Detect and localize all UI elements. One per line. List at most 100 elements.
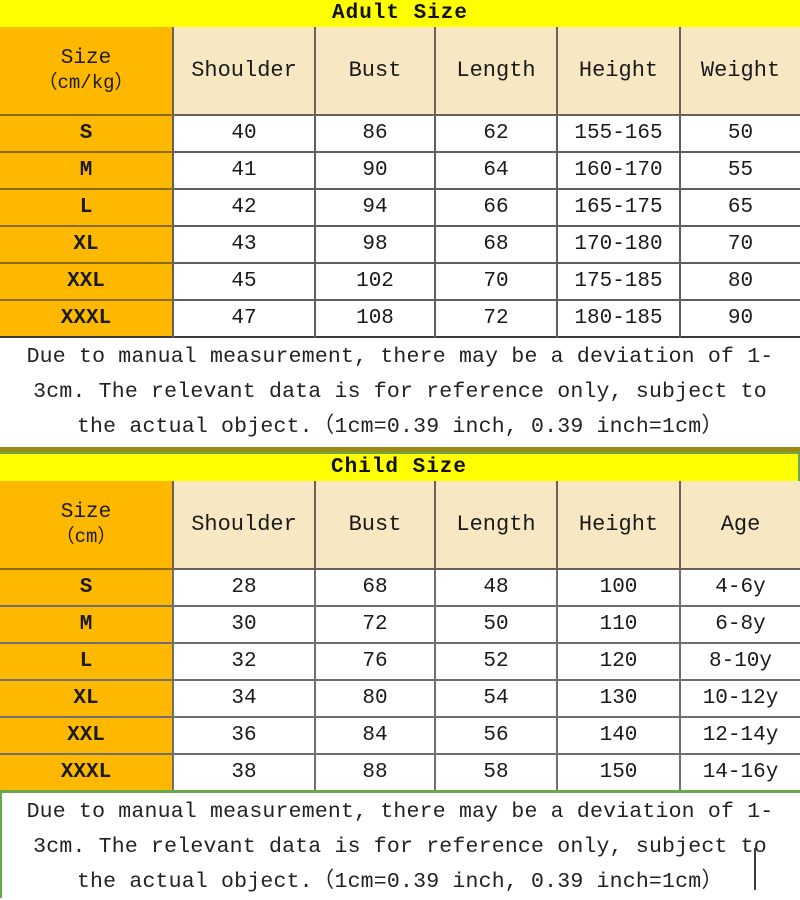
cell-height: 150: [556, 754, 680, 790]
cell-shoulder: 40: [172, 115, 315, 153]
cell-height: 165-175: [556, 189, 680, 227]
cell-weight: 80: [679, 263, 800, 301]
adult-size-title: Adult Size: [0, 0, 800, 27]
cell-shoulder: 41: [172, 152, 315, 190]
child-column-header-height: Height: [556, 481, 680, 570]
cell-bust: 86: [314, 115, 435, 153]
cell-age: 8-10y: [679, 643, 800, 681]
cell-bust: 98: [314, 226, 435, 264]
child-table-header-row: Size （cm） Shoulder Bust Length Height Ag…: [0, 481, 800, 570]
size-label: M: [0, 606, 173, 644]
adult-column-header-length: Length: [434, 27, 557, 116]
cell-bust: 68: [314, 569, 435, 607]
cell-shoulder: 30: [172, 606, 315, 644]
child-column-header-shoulder: Shoulder: [172, 481, 315, 570]
size-label: XL: [0, 226, 173, 264]
size-label: L: [0, 189, 173, 227]
text-caret: [754, 848, 756, 890]
cell-age: 6-8y: [679, 606, 800, 644]
cell-shoulder: 36: [172, 717, 315, 755]
child-size-title: Child Size: [0, 454, 798, 481]
size-label: S: [0, 115, 173, 153]
cell-length: 72: [434, 300, 557, 337]
cell-height: 175-185: [556, 263, 680, 301]
cell-length: 58: [434, 754, 557, 790]
table-row: M 41 90 64 160-170 55: [0, 152, 800, 190]
green-edge-marker: [0, 793, 2, 898]
size-label: XXXL: [0, 300, 173, 337]
cell-bust: 84: [314, 717, 435, 755]
table-row: XXL 36 84 56 140 12-14y: [0, 717, 800, 755]
size-label: XXL: [0, 717, 173, 755]
cell-shoulder: 32: [172, 643, 315, 681]
size-label: XXL: [0, 263, 173, 301]
child-column-header-bust: Bust: [314, 481, 435, 570]
cell-length: 70: [434, 263, 557, 301]
cell-weight: 55: [679, 152, 800, 190]
cell-bust: 88: [314, 754, 435, 790]
child-size-header-unit: （cm）: [55, 525, 117, 548]
table-row: S 28 68 48 100 4-6y: [0, 569, 800, 607]
cell-height: 100: [556, 569, 680, 607]
cell-age: 10-12y: [679, 680, 800, 718]
note-line: 3cm. The relevant data is for reference …: [33, 380, 767, 404]
cell-age: 4-6y: [679, 569, 800, 607]
cell-shoulder: 45: [172, 263, 315, 301]
note-line: 3cm. The relevant data is for reference …: [33, 835, 767, 859]
cell-age: 12-14y: [679, 717, 800, 755]
table-row: L 32 76 52 120 8-10y: [0, 643, 800, 681]
cell-shoulder: 47: [172, 300, 315, 337]
size-chart-sheet: Adult Size Size （cm/kg） Shoulder Bust Le…: [0, 0, 800, 898]
child-column-header-length: Length: [434, 481, 557, 570]
cell-bust: 76: [314, 643, 435, 681]
table-row: XXL 45 102 70 175-185 80: [0, 263, 800, 301]
adult-size-header-label: Size: [60, 47, 112, 71]
cell-bust: 108: [314, 300, 435, 337]
size-label: XL: [0, 680, 173, 718]
cell-shoulder: 28: [172, 569, 315, 607]
cell-length: 48: [434, 569, 557, 607]
cell-length: 64: [434, 152, 557, 190]
cell-length: 68: [434, 226, 557, 264]
child-size-section: Child Size Size （cm） Shoulder Bust Lengt…: [0, 452, 800, 793]
cell-height: 120: [556, 643, 680, 681]
child-column-header-age: Age: [679, 481, 800, 570]
table-row: XL 43 98 68 170-180 70: [0, 226, 800, 264]
cell-weight: 90: [679, 300, 800, 337]
adult-size-header-cell: Size （cm/kg）: [0, 27, 173, 116]
cell-height: 155-165: [556, 115, 680, 153]
cell-length: 66: [434, 189, 557, 227]
cell-shoulder: 43: [172, 226, 315, 264]
cell-bust: 80: [314, 680, 435, 718]
cell-height: 170-180: [556, 226, 680, 264]
cell-bust: 102: [314, 263, 435, 301]
adult-column-header-bust: Bust: [314, 27, 435, 116]
child-size-table: Size （cm） Shoulder Bust Length Height Ag…: [0, 481, 800, 790]
child-measurement-note: Due to manual measurement, there may be …: [0, 793, 800, 898]
adult-column-header-height: Height: [556, 27, 680, 116]
adult-measurement-note: Due to manual measurement, there may be …: [0, 338, 800, 450]
size-label: L: [0, 643, 173, 681]
size-label: S: [0, 569, 173, 607]
cell-shoulder: 42: [172, 189, 315, 227]
adult-size-table: Size （cm/kg） Shoulder Bust Length Height…: [0, 27, 800, 338]
table-row: XXXL 38 88 58 150 14-16y: [0, 754, 800, 790]
table-row: XL 34 80 54 130 10-12y: [0, 680, 800, 718]
note-line: the actual object.（1cm=0.39 inch, 0.39 i…: [76, 870, 724, 894]
child-size-header-cell: Size （cm）: [0, 481, 173, 570]
table-row: M 30 72 50 110 6-8y: [0, 606, 800, 644]
note-line: Due to manual measurement, there may be …: [26, 345, 774, 369]
note-line: Due to manual measurement, there may be …: [26, 800, 774, 824]
cell-length: 62: [434, 115, 557, 153]
child-size-header-label: Size: [60, 501, 112, 525]
cell-bust: 72: [314, 606, 435, 644]
cell-weight: 50: [679, 115, 800, 153]
cell-weight: 70: [679, 226, 800, 264]
cell-length: 54: [434, 680, 557, 718]
cell-length: 50: [434, 606, 557, 644]
cell-shoulder: 38: [172, 754, 315, 790]
adult-table-header-row: Size （cm/kg） Shoulder Bust Length Height…: [0, 27, 800, 116]
cell-shoulder: 34: [172, 680, 315, 718]
adult-column-header-weight: Weight: [679, 27, 800, 116]
adult-size-header-unit: （cm/kg）: [38, 71, 134, 94]
